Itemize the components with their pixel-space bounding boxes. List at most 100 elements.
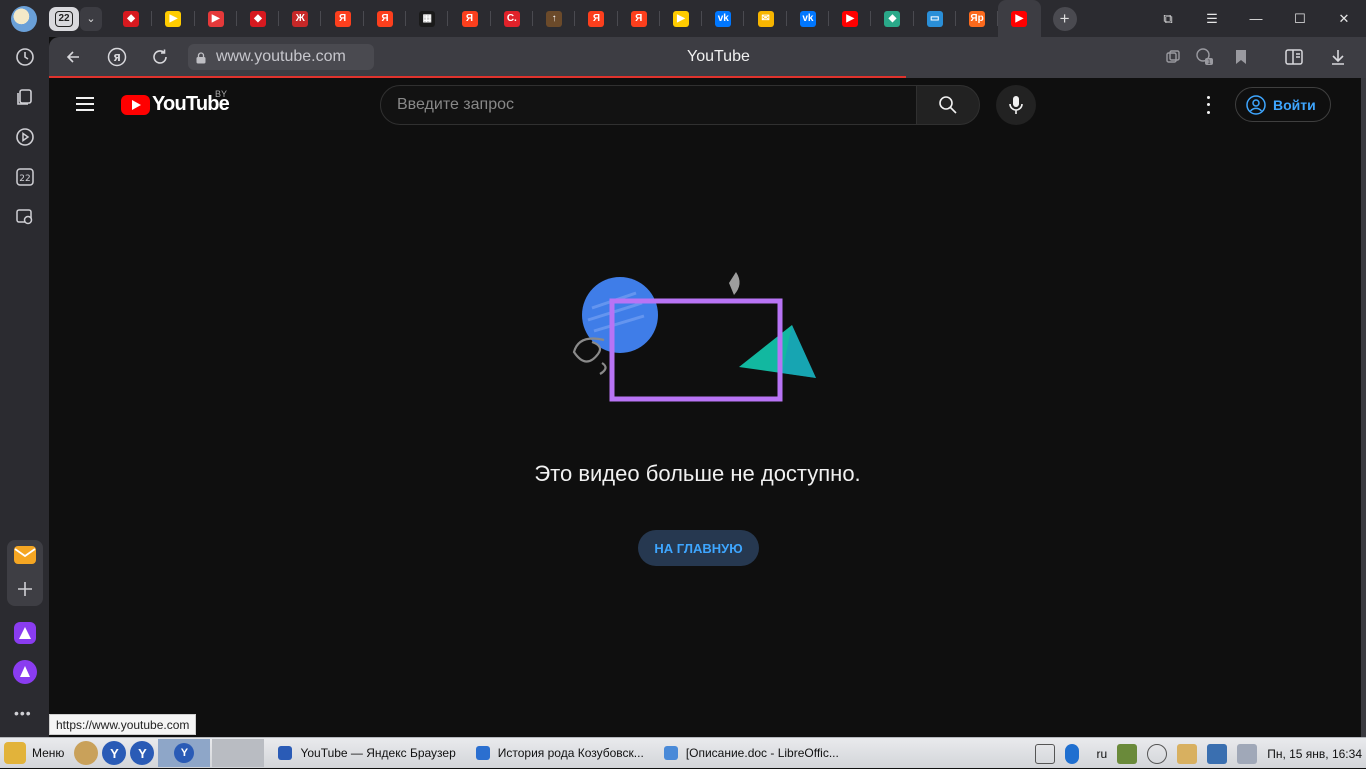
back-icon[interactable]: [61, 45, 85, 69]
yandex-browser-launcher-icon[interactable]: Y: [130, 741, 155, 765]
clock[interactable]: Пн, 15 янв, 16:34: [1267, 747, 1362, 761]
maximize-button[interactable]: ☐: [1278, 0, 1322, 37]
voice-search-button[interactable]: [996, 85, 1036, 125]
sign-in-button[interactable]: Войти: [1235, 87, 1331, 122]
url-text: www.youtube.com: [216, 48, 346, 65]
video-play-icon[interactable]: [12, 124, 38, 150]
keyboard-layout[interactable]: ru: [1097, 747, 1108, 761]
unavailable-illustration: [572, 272, 816, 402]
profile-avatar[interactable]: [11, 5, 37, 32]
url-field[interactable]: www.youtube.com: [188, 44, 374, 70]
browser-tab[interactable]: ◆: [110, 0, 153, 37]
more-icon[interactable]: •••: [14, 705, 32, 721]
browser-tab[interactable]: ▶: [998, 0, 1041, 37]
yandex-browser-icon: Y: [174, 743, 195, 763]
sign-in-label: Войти: [1273, 96, 1316, 113]
desktop-2-button[interactable]: [212, 739, 265, 767]
yandex-icon: Я: [588, 10, 605, 27]
file-manager-icon[interactable]: [74, 741, 99, 765]
update-icon[interactable]: [1237, 743, 1258, 764]
browser-tab[interactable]: ✉: [744, 0, 788, 37]
yandex-browser-launcher-icon[interactable]: Y: [102, 741, 127, 765]
new-tab-button[interactable]: +: [1052, 6, 1077, 31]
bookmark-icon[interactable]: [1229, 45, 1253, 69]
reload-icon[interactable]: [148, 45, 172, 69]
browser-tab[interactable]: vk: [787, 0, 830, 37]
search-button[interactable]: [916, 85, 980, 125]
browser-tab[interactable]: C.: [491, 0, 534, 37]
lock-icon[interactable]: [196, 51, 206, 64]
search-input[interactable]: [381, 86, 916, 124]
browser-tab[interactable]: ◆: [237, 0, 280, 37]
error-message: Это видео больше не доступно.: [534, 461, 861, 486]
download-icon[interactable]: [1326, 45, 1350, 69]
close-button[interactable]: ✕: [1322, 0, 1366, 37]
yellow-play-icon: ▶: [165, 10, 182, 27]
vk-icon: vk: [715, 10, 732, 27]
browser-tab[interactable]: Я: [448, 0, 491, 37]
tabs-list: ◆ ▶ ▶ ◆ Ж Я Я ▦ Я C. ↑ Я Я ▶ vk ✉ vk ▶ ◆ ▭ Яр ▶: [110, 0, 1041, 37]
browser-tab[interactable]: ▶: [829, 0, 872, 37]
alice-app-icon[interactable]: [12, 620, 38, 646]
collections-panel-icon[interactable]: [1282, 45, 1306, 69]
svg-text:1: 1: [1207, 59, 1211, 66]
add-app-icon[interactable]: [12, 576, 38, 602]
browser-tab[interactable]: ▦: [406, 0, 449, 37]
extensions-icon[interactable]: 1: [1193, 45, 1217, 69]
history-icon[interactable]: [12, 44, 38, 70]
alice-voice-icon[interactable]: [12, 659, 38, 685]
browser-tab[interactable]: vk: [702, 0, 745, 37]
browser-tab[interactable]: Я: [364, 0, 407, 37]
tabs-count-icon[interactable]: 22: [12, 164, 38, 190]
chevron-down-icon[interactable]: ⌄: [80, 6, 102, 31]
yandex-icon: Я: [334, 10, 351, 27]
tab-overview-icon[interactable]: ⧉: [1146, 0, 1190, 37]
taskbar-task[interactable]: [Описание.doc - LibreOffic...: [658, 739, 845, 767]
monitor-icon[interactable]: [1117, 743, 1138, 764]
bluetooth-icon[interactable]: [1064, 743, 1079, 764]
network-drive-icon[interactable]: [1034, 743, 1055, 764]
network-icon[interactable]: [1207, 743, 1228, 764]
minimize-button[interactable]: —: [1234, 0, 1278, 37]
browser-tab[interactable]: Я: [575, 0, 618, 37]
browser-tab-strip: 22 ⌄ ◆ ▶ ▶ ◆ Ж Я Я ▦ Я C. ↑ Я Я ▶ vk ✉ vk ▶ ◆ ▭ Яр ▶ + ⧉ ☰ — …: [0, 0, 1366, 37]
yandex-home-icon[interactable]: Я: [105, 45, 129, 69]
address-bar: Я www.youtube.com YouTube 1: [49, 37, 1366, 78]
browser-tab[interactable]: Я: [321, 0, 365, 37]
teal-diamond-icon: ◆: [884, 10, 901, 27]
browser-sidebar: 22 •••: [0, 37, 49, 737]
browser-tab[interactable]: ▶: [195, 0, 238, 37]
tab-count-button[interactable]: 22: [49, 6, 79, 31]
start-menu-button[interactable]: Меню: [4, 742, 64, 764]
browser-tab[interactable]: ▶: [660, 0, 703, 37]
browser-tab[interactable]: ▶: [152, 0, 195, 37]
volume-icon[interactable]: [1147, 743, 1168, 764]
guide-menu-icon[interactable]: [76, 97, 94, 111]
browser-tab[interactable]: ↑: [533, 0, 576, 37]
browser-tab[interactable]: Я: [618, 0, 661, 37]
browser-tab[interactable]: ▭: [914, 0, 957, 37]
reader-mode-icon[interactable]: [1161, 45, 1185, 69]
brown-arrow-icon: ↑: [546, 10, 563, 27]
taskbar-task[interactable]: YouTube — Яндекс Браузер: [272, 739, 461, 767]
taskbar-task[interactable]: История рода Козубовск...: [470, 739, 650, 767]
clipboard-icon[interactable]: [1177, 743, 1198, 764]
os-taskbar: Меню Y Y Y YouTube — Яндекс Браузер Истор…: [0, 737, 1366, 768]
scrollbar[interactable]: [1361, 78, 1366, 737]
youtube-logo[interactable]: YouTube: [121, 93, 230, 116]
app-icon: [663, 746, 678, 760]
tab-count: 22: [55, 10, 73, 27]
collections-icon[interactable]: [12, 84, 38, 110]
settings-more-icon[interactable]: [1198, 94, 1218, 116]
app-icon: [475, 746, 490, 760]
browser-tab[interactable]: ◆: [871, 0, 914, 37]
screenshot-icon[interactable]: [12, 204, 38, 230]
browser-tab[interactable]: Ж: [279, 0, 322, 37]
menu-icon[interactable]: ☰: [1190, 0, 1234, 37]
home-button[interactable]: НА ГЛАВНУЮ: [638, 530, 759, 566]
mail-app-icon[interactable]: [12, 542, 38, 568]
keyboard-icon: ▭: [926, 10, 943, 27]
c-logo-icon: C.: [503, 10, 520, 27]
desktop-1-button[interactable]: Y: [158, 739, 211, 767]
browser-tab[interactable]: Яр: [956, 0, 999, 37]
